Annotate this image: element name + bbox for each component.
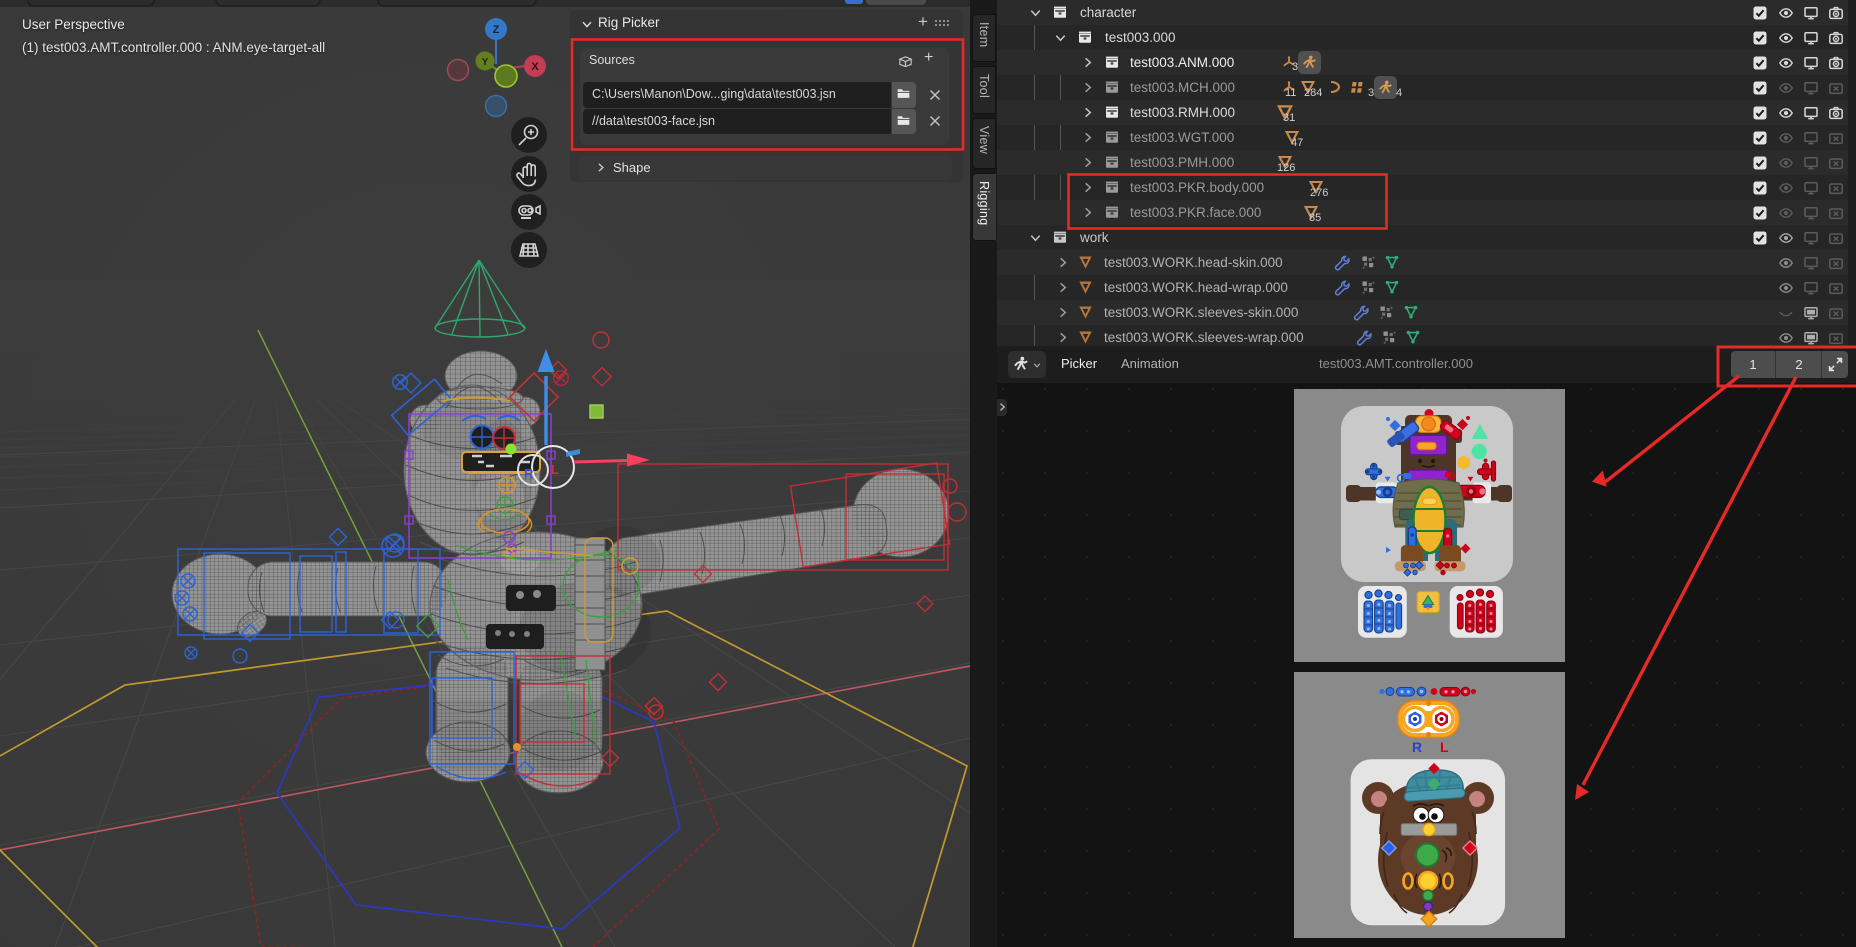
svg-text:L: L [1440, 739, 1449, 755]
svg-text:X: X [531, 61, 539, 73]
svg-text:R: R [524, 466, 534, 481]
svg-text:Z: Z [493, 24, 500, 36]
svg-text:Y: Y [482, 57, 489, 68]
svg-text:R: R [1412, 739, 1422, 755]
svg-text:L: L [551, 462, 559, 477]
